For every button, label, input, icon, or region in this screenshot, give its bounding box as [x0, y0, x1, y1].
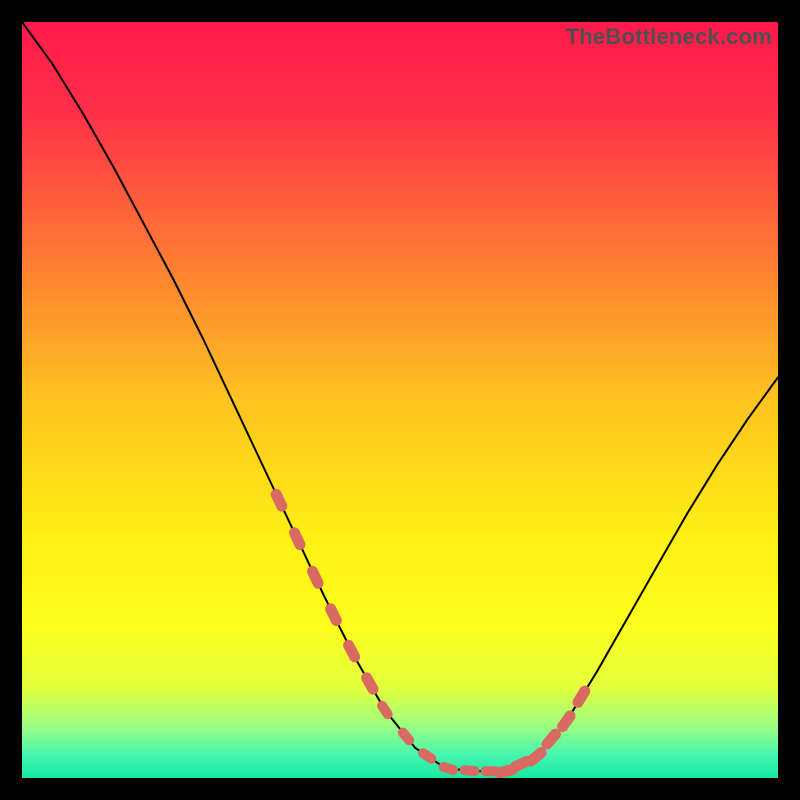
chart-svg [22, 22, 778, 778]
plot-area: TheBottleneck.com [22, 22, 778, 778]
chart-frame: TheBottleneck.com [22, 22, 778, 778]
gradient-background [22, 22, 778, 778]
